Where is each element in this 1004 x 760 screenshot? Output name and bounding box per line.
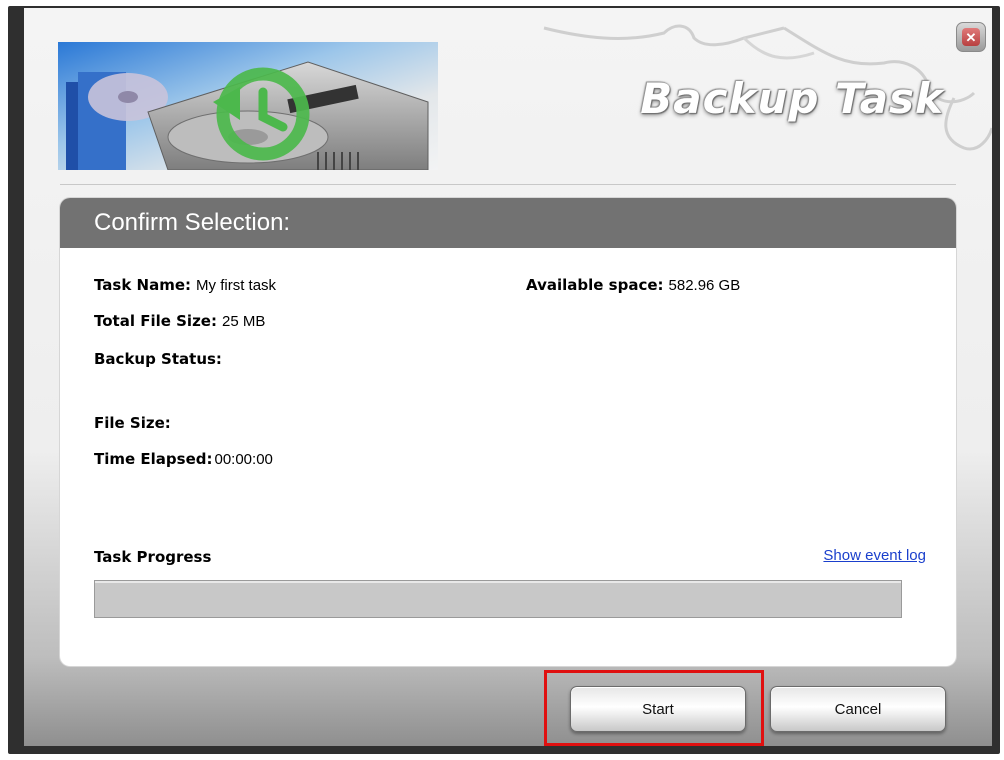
- time-elapsed-label: Time Elapsed:: [94, 450, 213, 468]
- start-highlight-box: [544, 670, 764, 746]
- close-icon: ✕: [962, 28, 980, 46]
- header-divider: [60, 184, 956, 185]
- available-space-label: Available space:: [526, 276, 664, 294]
- close-button[interactable]: ✕: [956, 22, 986, 52]
- available-space-row: Available space: 582.96 GB: [526, 276, 740, 295]
- file-size-row: File Size:: [94, 414, 176, 433]
- backup-task-window: Backup Task ✕ Confirm Selection: Task Na…: [24, 8, 992, 746]
- task-progress-bar: [94, 580, 902, 618]
- window-title: Backup Task: [640, 74, 944, 123]
- task-name-label: Task Name:: [94, 276, 192, 294]
- show-event-log-link[interactable]: Show event log: [823, 547, 926, 564]
- confirm-panel: Confirm Selection: Task Name: My first ta…: [60, 198, 956, 666]
- task-name-row: Task Name: My first task: [94, 276, 276, 295]
- total-size-value: 25 MB: [221, 313, 266, 330]
- backup-hero-image: [58, 42, 438, 170]
- backup-status-row: Backup Status:: [94, 350, 227, 369]
- time-elapsed-row: Time Elapsed: 00:00:00: [94, 450, 273, 469]
- backup-status-label: Backup Status:: [94, 350, 222, 368]
- task-progress-label: Task Progress: [94, 548, 212, 566]
- panel-header: Confirm Selection:: [60, 198, 956, 248]
- file-size-label: File Size:: [94, 414, 171, 432]
- available-space-value: 582.96 GB: [668, 277, 741, 294]
- cancel-button[interactable]: Cancel: [770, 686, 946, 732]
- total-size-row: Total File Size: 25 MB: [94, 312, 265, 331]
- hard-drive-icon: [58, 42, 438, 170]
- time-elapsed-value: 00:00:00: [214, 451, 273, 468]
- total-size-label: Total File Size:: [94, 312, 217, 330]
- task-name-value: My first task: [196, 277, 277, 294]
